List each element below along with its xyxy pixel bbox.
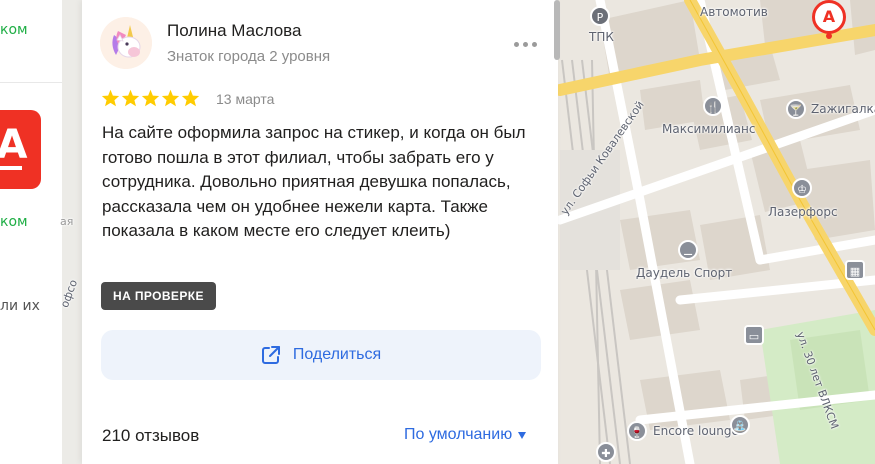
avatar[interactable] <box>100 17 152 69</box>
parking-icon[interactable]: P <box>590 6 610 26</box>
left-green-text-2[interactable]: ком <box>0 214 28 230</box>
star-icon <box>161 89 180 107</box>
sort-dropdown[interactable]: По умолчанию <box>404 426 527 444</box>
star-icon <box>121 89 140 107</box>
bank-marker-pin <box>826 33 832 39</box>
bar-icon[interactable]: 🍸 <box>786 99 806 119</box>
map-label-maksimilians[interactable]: Максимилианс <box>662 122 755 136</box>
share-button[interactable]: Поделиться <box>101 330 541 380</box>
rating-stars <box>101 89 200 107</box>
review-text: На сайте оформила запрос на стикер, и ко… <box>102 123 526 241</box>
star-icon <box>181 89 200 107</box>
left-panel: ком А ком ли их <box>0 0 62 464</box>
fitness-icon[interactable]: ⚊ <box>678 240 698 260</box>
chevron-down-icon <box>518 431 527 439</box>
map-label-daudel[interactable]: Даудель Спорт <box>636 266 732 280</box>
share-label: Поделиться <box>292 346 382 363</box>
bank-marker[interactable]: А <box>812 0 846 34</box>
star-icon <box>101 89 120 107</box>
more-dot <box>522 41 528 47</box>
restaurant-icon[interactable]: 🍴 <box>703 96 723 116</box>
fountain-icon[interactable]: ⛲ <box>730 415 750 435</box>
more-options-button[interactable] <box>510 36 540 52</box>
sort-label: По умолчанию <box>404 426 513 443</box>
logo-letter: А <box>0 122 28 168</box>
street-label-left: офсо <box>58 277 81 310</box>
status-badge: НА ПРОВЕРКЕ <box>101 282 216 310</box>
atm-icon[interactable]: ▭ <box>744 325 764 345</box>
trophy-icon[interactable]: ♔ <box>792 178 812 198</box>
logo-bar <box>0 166 22 170</box>
divider <box>0 82 62 83</box>
review-date: 13 марта <box>216 91 275 107</box>
author-name[interactable]: Полина Маслова <box>167 21 301 41</box>
street-label-left-top: ая <box>60 215 74 228</box>
left-strip: ая офсо <box>58 0 82 464</box>
left-partial-text: ли их <box>0 298 40 314</box>
more-dot <box>531 41 537 47</box>
bus-stop-icon[interactable]: ▦ <box>845 260 865 280</box>
star-icon <box>141 89 160 107</box>
wine-icon[interactable]: 🍷 <box>627 421 647 441</box>
map-label-encore[interactable]: Encore lounge <box>653 424 739 438</box>
share-icon <box>261 346 280 364</box>
more-dot <box>513 41 519 47</box>
author-level: Знаток города 2 уровня <box>167 48 331 65</box>
pharmacy-icon[interactable]: ✚ <box>596 442 616 462</box>
scrollbar[interactable] <box>554 0 560 60</box>
reviews-count: 210 отзывов <box>102 426 200 445</box>
unicorn-avatar-icon <box>100 17 152 69</box>
map-label-lazerfors[interactable]: Лазерфорс <box>768 205 838 219</box>
alfa-bank-logo: А <box>0 110 41 189</box>
map-label-avtomotiv[interactable]: Автомотив <box>700 5 768 19</box>
left-green-text-1[interactable]: ком <box>0 22 28 38</box>
map-label-zazhigalka[interactable]: Zажигалка <box>811 102 875 116</box>
map-label-tpk[interactable]: ТПК <box>589 30 614 44</box>
